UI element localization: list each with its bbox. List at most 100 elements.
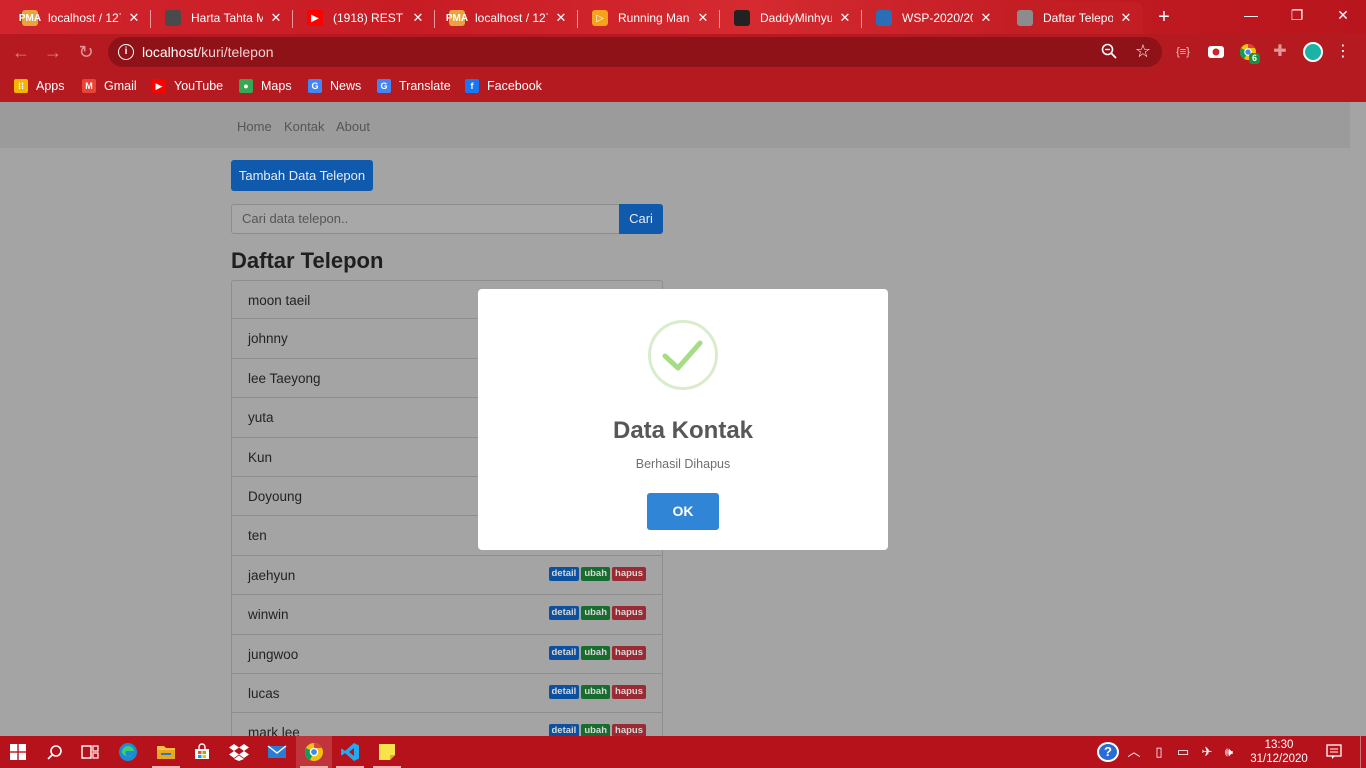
nav-kontak[interactable]: Kontak [284,119,324,134]
airplane-mode-icon[interactable]: ✈ [1198,744,1216,760]
browser-tab[interactable]: Daftar Telepon ✕ [1003,2,1143,34]
youtube-icon: ▶ [307,10,323,26]
volume-icon[interactable]: 🕪 [1220,744,1238,760]
bookmark-star-icon[interactable]: ☆ [1134,42,1152,60]
contact-name: johnny [248,331,288,347]
edit-badge[interactable]: ubah [581,566,611,581]
close-tab-icon[interactable]: ✕ [838,10,852,26]
store-icon[interactable] [184,736,220,768]
reload-icon[interactable]: ↻ [73,40,99,64]
detail-badge[interactable]: detail [548,606,580,621]
nav-home[interactable]: Home [237,119,272,134]
contact-name: Doyoung [248,488,303,504]
battery-icon[interactable]: ▭ [1174,744,1192,760]
edit-badge[interactable]: ubah [581,645,611,660]
show-desktop-button[interactable] [1360,736,1366,768]
bookmark-facebook[interactable]: f Facebook [465,76,542,96]
bookmark-news[interactable]: G News [308,76,361,96]
browser-tab[interactable]: ▶ (1918) REST AP ✕ [293,2,435,34]
extension-record-icon[interactable] [1207,43,1225,61]
bookmark-label: Gmail [104,79,137,93]
bookmark-youtube[interactable]: ▶ YouTube [152,76,223,96]
url-text[interactable]: localhost/kuri/telepon [142,44,274,60]
vscode-icon[interactable] [332,736,368,768]
close-tab-icon[interactable]: ✕ [696,10,710,26]
dropbox-icon[interactable] [221,736,257,768]
extensions-puzzle-icon[interactable]: ✚ [1271,43,1289,61]
profile-avatar-icon[interactable] [1303,42,1323,62]
taskbar-clock[interactable]: 13:30 31/12/2020 [1244,738,1314,766]
windows-taskbar: ? ︿ ▯ ▭ ✈ 🕪 13:30 31/12/2020 [0,736,1366,768]
browser-tab[interactable]: Harta Tahta Ma ✕ [151,2,293,34]
extension-json-icon[interactable]: {≡} [1174,43,1192,61]
close-window-icon[interactable]: ✕ [1320,0,1366,30]
nav-about[interactable]: About [336,119,370,134]
help-tray-icon[interactable]: ? [1097,742,1119,762]
bookmark-apps[interactable]: ⁞⁞ Apps [14,76,65,96]
task-view-icon[interactable] [72,736,108,768]
detail-badge[interactable]: detail [548,645,580,660]
edit-badge[interactable]: ubah [581,684,611,699]
device-tray-icon[interactable]: ▯ [1150,744,1168,760]
browser-tab[interactable]: PMA localhost / 127 ✕ [8,2,151,34]
site-info-icon[interactable]: i [118,44,134,60]
browser-tab[interactable]: DaddyMinhyun ✕ [720,2,862,34]
close-tab-icon[interactable]: ✕ [554,10,568,26]
search-icon[interactable] [37,736,73,768]
ok-button[interactable]: OK [647,493,719,530]
restore-window-icon[interactable]: ❐ [1274,0,1320,30]
add-phone-button[interactable]: Tambah Data Telepon [231,160,373,191]
bookmark-label: News [330,79,362,93]
show-hidden-icons-chevron-icon[interactable]: ︿ [1126,744,1142,760]
bookmark-maps[interactable]: ● Maps [239,76,292,96]
close-tab-icon[interactable]: ✕ [127,10,141,26]
zoom-icon[interactable] [1100,43,1118,61]
gmail-icon: M [82,79,96,93]
row-actions: detailubahhapus [548,606,646,621]
delete-badge[interactable]: hapus [612,566,646,581]
bookmark-label: Apps [36,79,65,93]
browser-tab[interactable]: PMA localhost / 127 ✕ [435,2,578,34]
search-input[interactable]: Cari data telepon.. [231,204,620,234]
forward-icon[interactable]: → [40,40,66,64]
menu-kebab-icon[interactable]: ⋮ [1334,43,1352,61]
edge-icon[interactable] [110,736,146,768]
browser-tab[interactable]: WSP-2020/202 ✕ [862,2,1003,34]
close-tab-icon[interactable]: ✕ [979,10,993,26]
delete-badge[interactable]: hapus [612,645,646,660]
bookmark-translate[interactable]: G Translate [377,76,451,96]
windows-start-icon[interactable] [0,736,36,768]
sticky-notes-icon[interactable] [369,736,405,768]
contact-name: winwin [248,607,289,623]
edit-badge[interactable]: ubah [581,606,611,621]
close-tab-icon[interactable]: ✕ [1119,10,1133,26]
detail-badge[interactable]: detail [548,724,580,736]
facebook-icon: f [465,79,479,93]
file-explorer-icon[interactable] [148,736,184,768]
edit-badge[interactable]: ubah [581,724,611,736]
address-bar[interactable]: i localhost/kuri/telepon ☆ [108,37,1162,67]
success-check-icon [648,320,718,390]
tab-title: WSP-2020/202 [902,11,973,25]
notifications-icon[interactable] [1324,744,1344,764]
contact-row: winwin detail ubah hapus [231,595,663,635]
chrome-icon[interactable] [296,736,332,768]
close-tab-icon[interactable]: ✕ [269,10,283,26]
detail-badge[interactable]: detail [548,684,580,699]
delete-badge[interactable]: hapus [612,606,646,621]
contact-name: jaehyun [248,567,296,583]
extension-chrome-icon[interactable]: 6 [1239,43,1261,64]
minimize-window-icon[interactable]: — [1228,0,1274,30]
back-icon[interactable]: ← [8,40,34,64]
delete-badge[interactable]: hapus [612,684,646,699]
browser-tab[interactable]: ▷ Running Man ✕ [578,2,720,34]
search-button[interactable]: Cari [619,204,663,234]
site-navbar: Home Kontak About [0,102,1350,148]
mail-icon[interactable] [259,736,295,768]
detail-badge[interactable]: detail [548,566,580,581]
apps-grid-icon: ⁞⁞ [14,79,28,93]
delete-badge[interactable]: hapus [612,724,646,736]
close-tab-icon[interactable]: ✕ [411,10,425,26]
new-tab-button[interactable]: + [1152,6,1176,28]
bookmark-gmail[interactable]: M Gmail [82,76,137,96]
